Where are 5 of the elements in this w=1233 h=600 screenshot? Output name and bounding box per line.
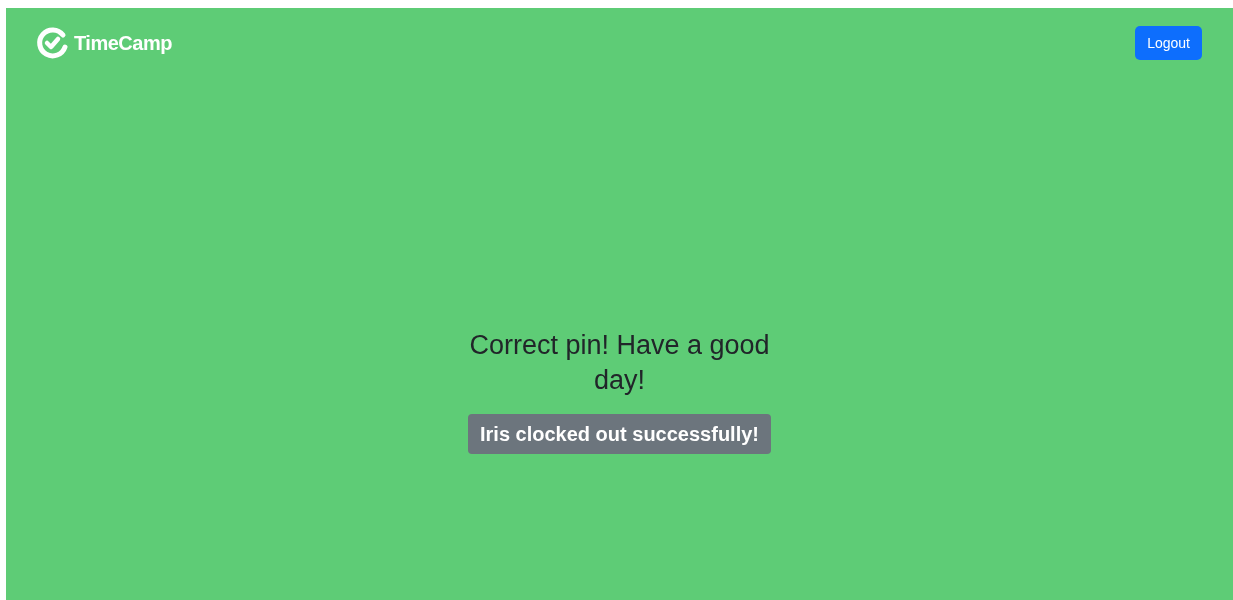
status-message: Iris clocked out successfully! xyxy=(468,414,771,454)
clock-check-icon xyxy=(36,26,70,60)
logo-text: TimeCamp xyxy=(74,31,172,56)
logout-button[interactable]: Logout xyxy=(1135,26,1202,60)
message-heading: Correct pin! Have a good day! xyxy=(468,329,771,397)
